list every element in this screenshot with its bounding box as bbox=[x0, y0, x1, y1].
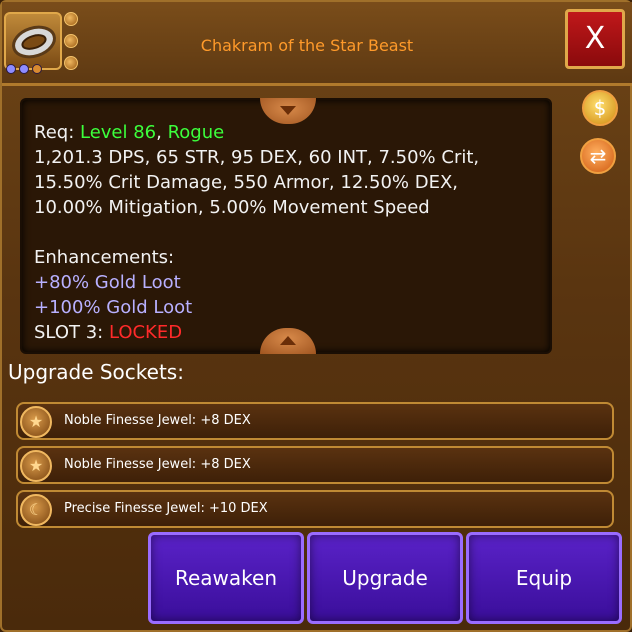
socket-label: Noble Finesse Jewel: +8 DEX bbox=[64, 413, 251, 428]
req-class: Rogue bbox=[167, 122, 225, 143]
gem-slot-icon bbox=[64, 56, 78, 70]
gem-slot-icon bbox=[64, 34, 78, 48]
upgrade-sockets-heading: Upgrade Sockets: bbox=[8, 360, 184, 384]
moon-icon: ☾ bbox=[20, 494, 52, 526]
gold-bag-icon[interactable]: $ bbox=[582, 90, 618, 126]
close-button[interactable]: X bbox=[565, 9, 625, 69]
stat-line: 10.00% Mitigation, 5.00% Movement Speed bbox=[34, 197, 430, 218]
reawaken-button[interactable]: Reawaken bbox=[148, 532, 304, 624]
tier-dot bbox=[32, 64, 42, 74]
socket-row[interactable]: ☾ Precise Finesse Jewel: +10 DEX bbox=[16, 490, 614, 528]
socket-row[interactable]: ★ Noble Finesse Jewel: +8 DEX bbox=[16, 402, 614, 440]
swap-icon[interactable]: ⇄ bbox=[580, 138, 616, 174]
item-icon-group bbox=[4, 12, 80, 76]
equip-button[interactable]: Equip bbox=[466, 532, 622, 624]
socket-label: Precise Finesse Jewel: +10 DEX bbox=[64, 501, 268, 516]
chakram-icon bbox=[4, 12, 62, 70]
requirement-line: Req: Level 86, Rogue bbox=[34, 122, 225, 143]
star-icon: ★ bbox=[20, 450, 52, 482]
tier-dot bbox=[19, 64, 29, 74]
stat-line: 15.50% Crit Damage, 550 Armor, 12.50% DE… bbox=[34, 172, 459, 193]
socket-label: Noble Finesse Jewel: +8 DEX bbox=[64, 457, 251, 472]
item-details-window: Chakram of the Star Beast X $ ⇄ Req: Lev… bbox=[0, 0, 632, 632]
gem-slot-icon bbox=[64, 12, 78, 26]
stats-panel[interactable]: Req: Level 86, Rogue 1,201.3 DPS, 65 STR… bbox=[20, 98, 552, 354]
upgrade-button[interactable]: Upgrade bbox=[307, 532, 463, 624]
item-title: Chakram of the Star Beast bbox=[200, 36, 414, 55]
stats-text: Req: Level 86, Rogue 1,201.3 DPS, 65 STR… bbox=[34, 120, 544, 345]
enhancements-heading: Enhancements: bbox=[34, 247, 175, 268]
star-icon: ★ bbox=[20, 406, 52, 438]
enhancement-line: +80% Gold Loot bbox=[34, 272, 181, 293]
tier-dot bbox=[6, 64, 16, 74]
locked-status: LOCKED bbox=[108, 322, 183, 343]
socket-row[interactable]: ★ Noble Finesse Jewel: +8 DEX bbox=[16, 446, 614, 484]
stat-line: 1,201.3 DPS, 65 STR, 95 DEX, 60 INT, 7.5… bbox=[34, 147, 480, 168]
enhancement-line: +100% Gold Loot bbox=[34, 297, 193, 318]
req-level: Level 86 bbox=[79, 122, 157, 143]
